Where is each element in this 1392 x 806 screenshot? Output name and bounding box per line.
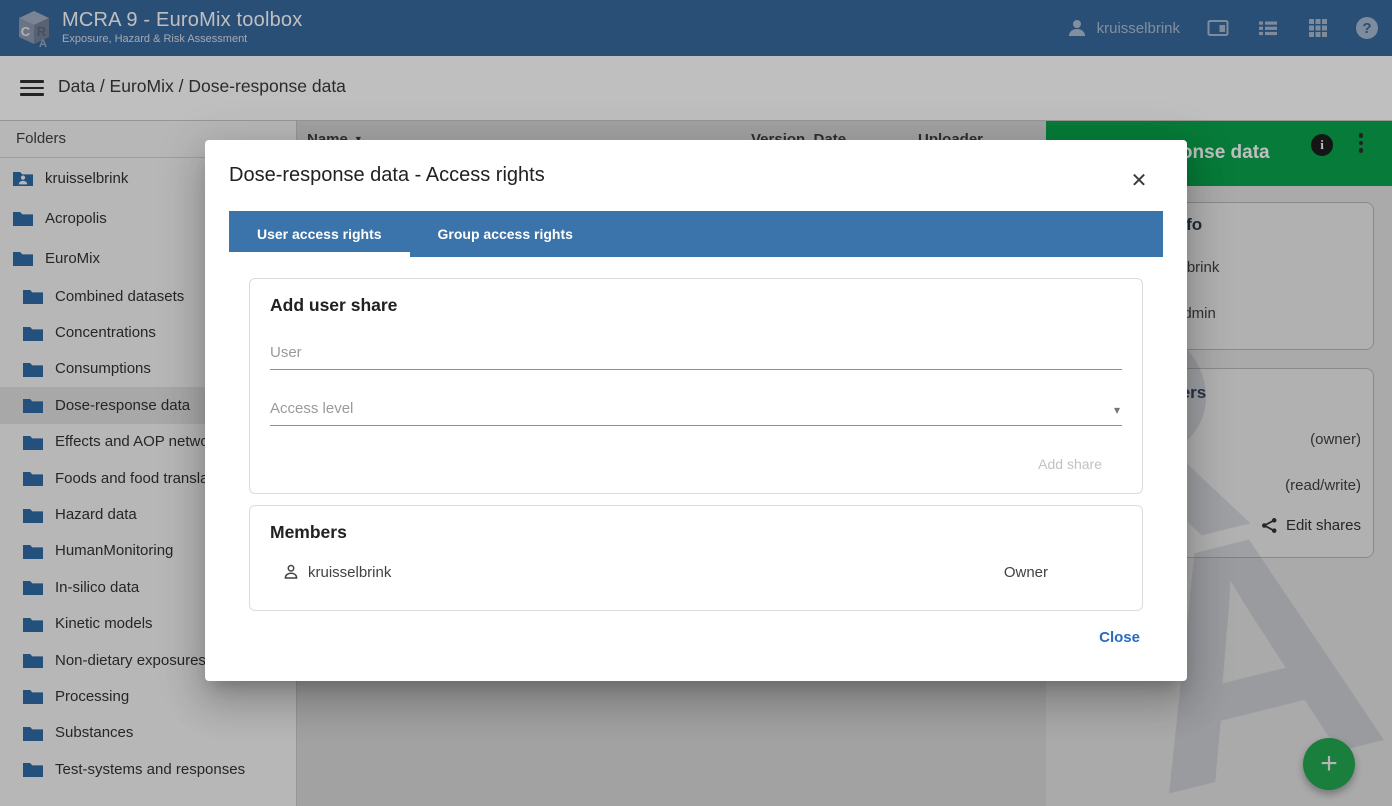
member-role: Owner: [1004, 564, 1048, 581]
tab-label: User access rights: [257, 226, 382, 242]
add-user-share-heading: Add user share: [270, 295, 397, 316]
tab-label: Group access rights: [438, 226, 573, 242]
access-rights-tabs: User access rights Group access rights: [229, 211, 1163, 257]
person-outline-icon: [282, 563, 300, 581]
close-icon[interactable]: ✕: [1127, 168, 1151, 192]
chevron-down-icon: ▾: [1114, 403, 1120, 417]
access-level-label: Access level: [270, 400, 353, 417]
member-name: kruisselbrink: [308, 564, 391, 581]
user-field[interactable]: User: [270, 339, 1122, 370]
members-card: Members kruisselbrink Owner: [249, 505, 1143, 611]
access-level-select[interactable]: Access level ▾: [270, 395, 1122, 426]
close-button[interactable]: Close: [1093, 628, 1146, 647]
dialog-title: Dose-response data - Access rights: [229, 164, 545, 187]
app-window: C R A MCRA 9 - EuroMix toolbox Exposure,…: [0, 0, 1392, 806]
user-field-label: User: [270, 344, 302, 361]
tab-access-rights[interactable]: User access rights: [229, 211, 410, 257]
add-share-button[interactable]: Add share: [1032, 455, 1108, 473]
access-rights-dialog: Dose-response data - Access rights ✕ Use…: [205, 140, 1187, 681]
tab-access-rights[interactable]: Group access rights: [410, 211, 601, 257]
members-heading: Members: [270, 522, 347, 543]
member-row: kruisselbrink Owner: [282, 562, 1122, 586]
add-user-share-card: Add user share User Access level ▾ Add s…: [249, 278, 1143, 494]
